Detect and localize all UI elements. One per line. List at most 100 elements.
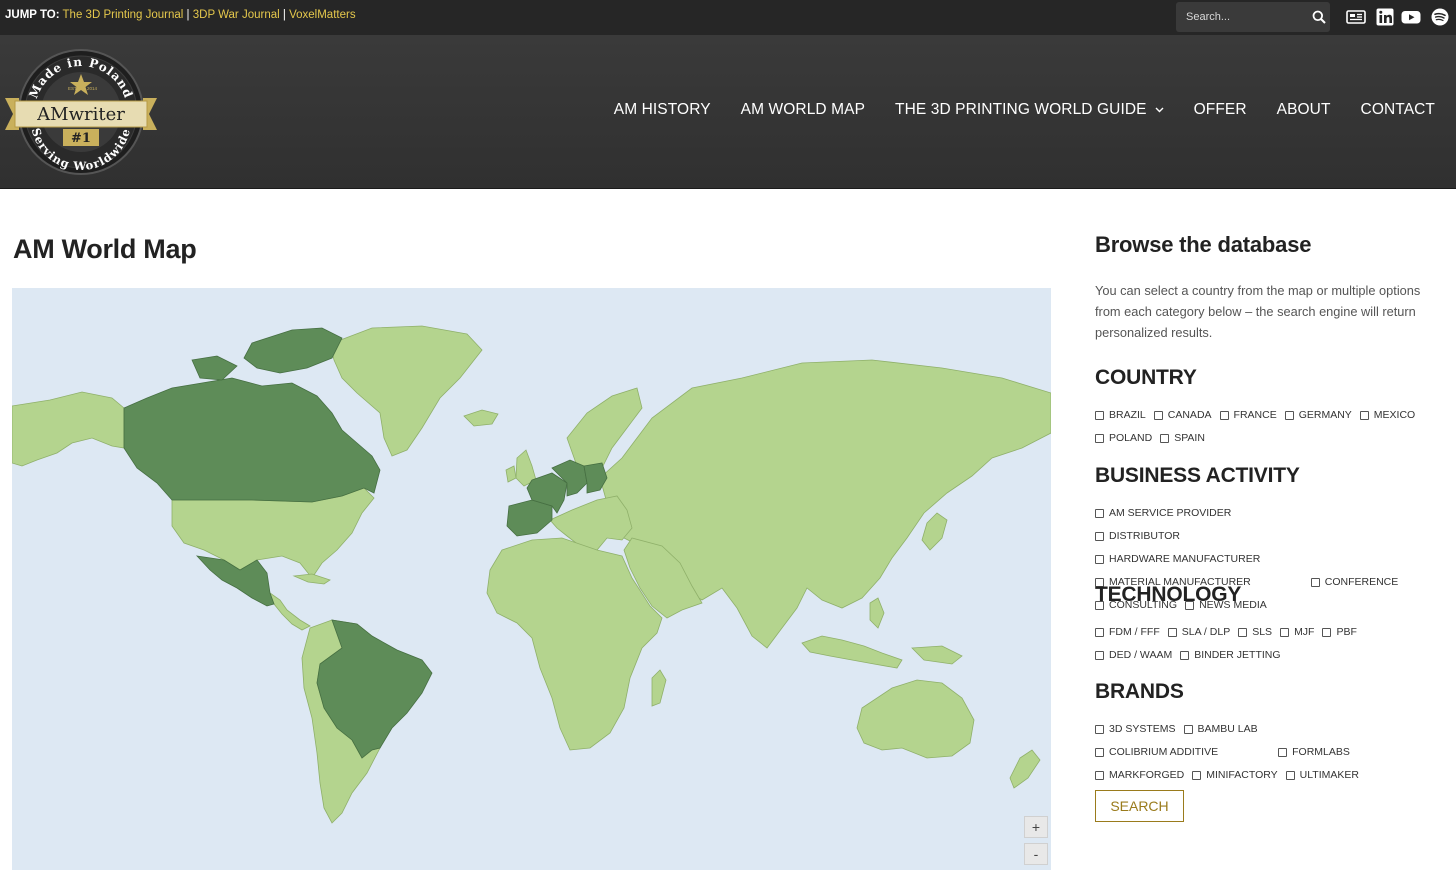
map-country-canada-islands[interactable]	[191, 355, 238, 381]
map-country-papua[interactable]	[911, 645, 963, 665]
checkbox-poland[interactable]: POLAND	[1095, 431, 1152, 445]
checkbox-box[interactable]	[1310, 577, 1320, 587]
map-country-australia[interactable]	[856, 679, 975, 759]
nav-about[interactable]: ABOUT	[1277, 101, 1331, 119]
nav-am-world-map[interactable]: AM WORLD MAP	[741, 101, 865, 119]
checkbox-box[interactable]	[1180, 650, 1190, 660]
checkbox-am-service-provider[interactable]: AM SERVICE PROVIDER	[1095, 506, 1231, 520]
option-label: AM SERVICE PROVIDER	[1109, 507, 1232, 519]
nav-3d-printing-world-guide[interactable]: THE 3D PRINTING WORLD GUIDE	[895, 101, 1164, 119]
map-country-usa[interactable]	[171, 487, 375, 579]
checkbox-box[interactable]	[1095, 508, 1104, 518]
map-country-japan[interactable]	[921, 512, 948, 551]
checkbox-box[interactable]	[1167, 627, 1177, 637]
link-3d-printing-journal[interactable]: The 3D Printing Journal	[63, 9, 184, 21]
checkbox-box[interactable]	[1095, 650, 1104, 660]
spotify-icon[interactable]	[1430, 8, 1450, 26]
checkbox-box[interactable]	[1192, 770, 1202, 780]
checkbox-box[interactable]	[1219, 410, 1229, 420]
checkbox-canada[interactable]: CANADA	[1153, 408, 1212, 422]
checkbox-box[interactable]	[1095, 433, 1104, 443]
jump-label: JUMP TO:	[5, 9, 60, 21]
checkbox-box[interactable]	[1280, 627, 1290, 637]
option-label: SLA / DLP	[1181, 626, 1231, 638]
map-country-cuba[interactable]	[292, 573, 331, 585]
checkbox-box[interactable]	[1183, 724, 1193, 734]
checkbox-binder-jetting[interactable]: BINDER JETTING	[1180, 648, 1281, 662]
checkbox-box[interactable]	[1322, 627, 1332, 637]
checkbox-sla-dlp[interactable]: SLA / DLP	[1167, 625, 1231, 639]
checkbox-brazil[interactable]: BRAZIL	[1095, 408, 1146, 422]
nav-am-history[interactable]: AM HISTORY	[614, 101, 711, 119]
checkbox-formlabs[interactable]: FORMLABS	[1278, 745, 1350, 759]
search-button[interactable]: SEARCH	[1095, 790, 1184, 822]
checkbox-france[interactable]: FRANCE	[1219, 408, 1277, 422]
checkbox-box[interactable]	[1095, 531, 1104, 541]
checkbox-box[interactable]	[1278, 747, 1288, 757]
checkbox-bambu-lab[interactable]: BAMBU LAB	[1183, 722, 1258, 736]
option-label: COLIBRIUM ADDITIVE	[1109, 746, 1219, 758]
category-title-country: COUNTRY	[1095, 366, 1197, 389]
checkbox-box[interactable]	[1095, 770, 1104, 780]
option-label: POLAND	[1109, 432, 1153, 444]
map-country-indonesia[interactable]	[801, 635, 903, 669]
option-label: CANADA	[1167, 409, 1212, 421]
map-country-canada[interactable]	[123, 377, 381, 503]
checkbox-mexico[interactable]: MEXICO	[1359, 408, 1415, 422]
checkbox-colibrium-additive[interactable]: COLIBRIUM ADDITIVE	[1095, 745, 1218, 759]
news-icon[interactable]	[1346, 8, 1366, 26]
checkbox-box[interactable]	[1095, 724, 1104, 734]
checkbox-box[interactable]	[1359, 410, 1369, 420]
search-box	[1176, 2, 1330, 32]
checkbox-box[interactable]	[1284, 410, 1294, 420]
checkbox-box[interactable]	[1153, 410, 1163, 420]
nav-contact[interactable]: CONTACT	[1361, 101, 1435, 119]
linkedin-icon[interactable]	[1375, 8, 1395, 26]
map-country-new-zealand[interactable]	[1009, 749, 1041, 789]
logo-brand: AMwriter	[36, 104, 125, 125]
checkbox-ultimaker[interactable]: ULTIMAKER	[1285, 768, 1359, 782]
checkbox-markforged[interactable]: MARKFORGED	[1095, 768, 1184, 782]
amwriter-logo[interactable]: Made in Poland Serving Worldwide EST 201…	[5, 48, 157, 176]
nav-offer[interactable]: OFFER	[1194, 101, 1247, 119]
checkbox-distributor[interactable]: DISTRIBUTOR	[1095, 529, 1180, 543]
checkbox-box[interactable]	[1095, 410, 1104, 420]
zoom-out-button[interactable]: -	[1024, 843, 1048, 865]
checkbox-box[interactable]	[1285, 770, 1295, 780]
sidebar-intro: You can select a country from the map or…	[1095, 283, 1421, 340]
map-country-iceland[interactable]	[463, 409, 499, 427]
checkbox-box[interactable]	[1095, 554, 1104, 564]
checkbox-conference[interactable]: CONFERENCE	[1310, 575, 1398, 589]
checkbox-box[interactable]	[1095, 627, 1104, 637]
checkbox-minifactory[interactable]: MINIFACTORY	[1192, 768, 1278, 782]
map-country-ireland[interactable]	[505, 465, 517, 483]
checkbox-hardware-manufacturer[interactable]: HARDWARE MANUFACTURER	[1095, 552, 1260, 566]
map-country-greenland[interactable]	[329, 325, 483, 457]
checkbox-3d-systems[interactable]: 3D SYSTEMS	[1095, 722, 1176, 736]
checkbox-fdm-fff[interactable]: FDM / FFF	[1095, 625, 1160, 639]
checkbox-sls[interactable]: SLS	[1238, 625, 1272, 639]
link-3dp-war-journal[interactable]: 3DP War Journal	[193, 9, 280, 21]
map-country-philippines[interactable]	[869, 597, 885, 629]
search-icon[interactable]	[1312, 10, 1326, 24]
checkbox-ded-waam[interactable]: DED / WAAM	[1095, 648, 1172, 662]
checkbox-germany[interactable]: GERMANY	[1284, 408, 1352, 422]
map-country-central-america[interactable]	[269, 591, 311, 631]
checkbox-box[interactable]	[1160, 433, 1170, 443]
youtube-icon[interactable]	[1401, 8, 1421, 26]
zoom-in-button[interactable]: +	[1024, 816, 1048, 838]
checkbox-spain[interactable]: SPAIN	[1160, 431, 1205, 445]
map-country-canada-islands[interactable]	[243, 327, 343, 374]
search-input[interactable]	[1176, 2, 1306, 32]
option-label: PBF	[1336, 626, 1357, 638]
checkbox-pbf[interactable]: PBF	[1322, 625, 1357, 639]
checkbox-mjf[interactable]: MJF	[1280, 625, 1314, 639]
checkbox-box[interactable]	[1238, 627, 1248, 637]
world-map[interactable]: + -	[12, 288, 1051, 870]
link-voxelmatters[interactable]: VoxelMatters	[289, 9, 355, 21]
map-country-spain[interactable]	[506, 499, 553, 537]
map-country-alaska[interactable]	[12, 391, 125, 467]
option-label: MINIFACTORY	[1206, 769, 1278, 781]
checkbox-box[interactable]	[1095, 747, 1104, 757]
map-country-madagascar[interactable]	[651, 669, 667, 707]
